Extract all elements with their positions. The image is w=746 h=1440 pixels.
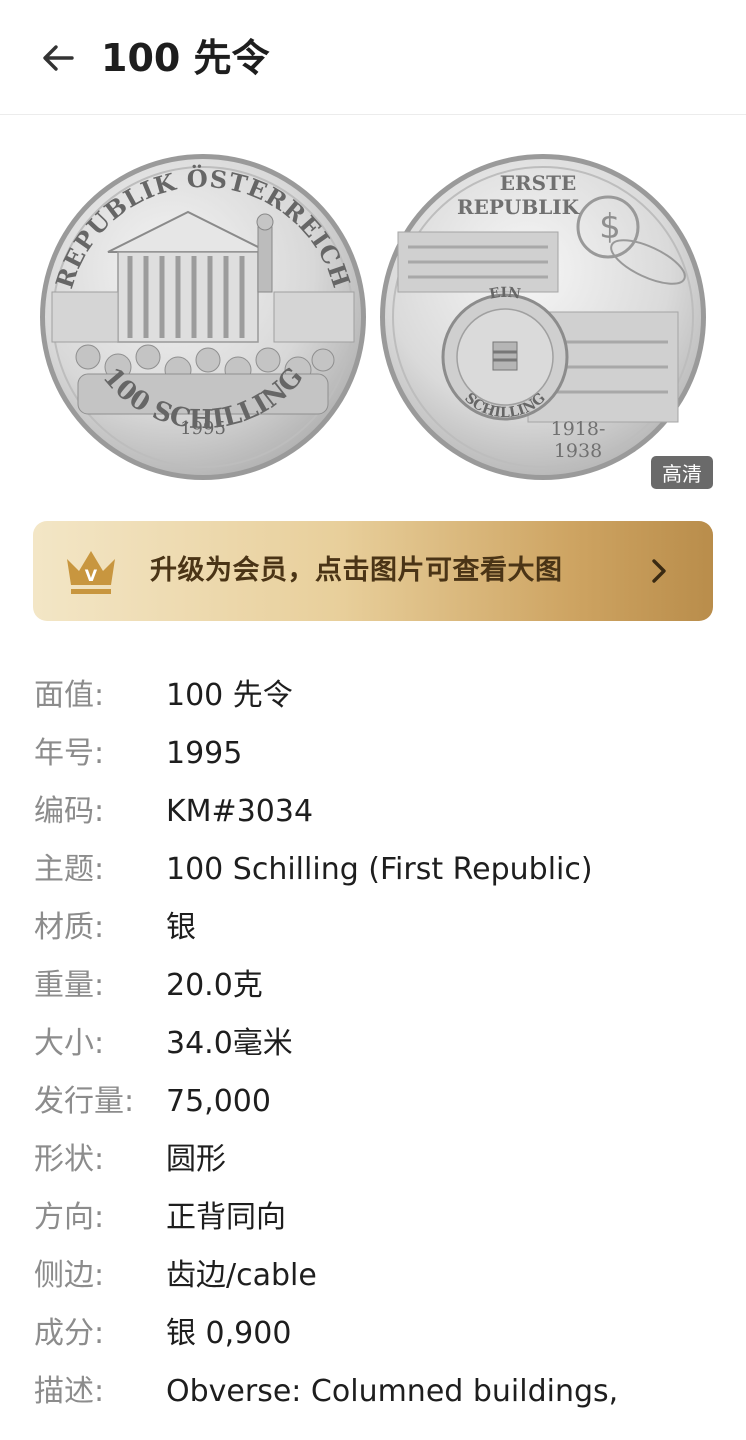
detail-label: 方向: <box>34 1200 105 1235</box>
arrow-left-icon <box>43 45 74 71</box>
detail-row-year: 年号: 1995 <box>34 728 724 786</box>
detail-label: 大小: <box>34 1026 105 1061</box>
back-button[interactable] <box>34 36 82 80</box>
detail-label: 描述: <box>34 1374 105 1409</box>
detail-row-code: 编码: KM#3034 <box>34 786 724 844</box>
detail-label: 形状: <box>34 1142 105 1177</box>
detail-row-description: 描述: Obverse: Columned buildings, <box>34 1366 724 1424</box>
detail-row-face-value: 面值: 100 先令 <box>34 670 724 728</box>
detail-label: 编码: <box>34 794 105 829</box>
coin-images[interactable]: REPUBLIK ÖSTERREICH 1995 100 SCHILLING $… <box>0 140 746 500</box>
detail-value: 圆形 <box>166 1142 226 1177</box>
detail-label: 主题: <box>34 852 105 887</box>
detail-row-shape: 形状: 圆形 <box>34 1134 724 1192</box>
reverse-top-line1: ERSTE <box>500 171 576 195</box>
chevron-right-icon <box>652 559 666 583</box>
coin-reverse-image[interactable]: $ EIN SCHILLING ERSTE REPUBLIK 1918- 193… <box>378 152 708 482</box>
page-title: 100 先令 <box>101 36 270 80</box>
detail-value: 20.0克 <box>166 968 263 1003</box>
detail-row-orientation: 方向: 正背同向 <box>34 1192 724 1250</box>
detail-row-size: 大小: 34.0毫米 <box>34 1018 724 1076</box>
reverse-years-line1: 1918- <box>551 418 606 440</box>
vip-upgrade-banner[interactable]: V 升级为会员，点击图片可查看大图 <box>33 521 713 621</box>
coin-details-list: 面值: 100 先令 年号: 1995 编码: KM#3034 主题: 100 … <box>34 670 724 1424</box>
detail-value: 100 先令 <box>166 678 293 713</box>
detail-value: 34.0毫米 <box>166 1026 293 1061</box>
detail-value: 正背同向 <box>166 1200 286 1235</box>
detail-label: 成分: <box>34 1316 105 1351</box>
reverse-years-line2: 1938 <box>554 440 602 462</box>
detail-row-weight: 重量: 20.0克 <box>34 960 724 1018</box>
detail-label: 材质: <box>34 910 105 945</box>
hd-badge[interactable]: 高清 <box>651 456 713 489</box>
detail-value: KM#3034 <box>166 794 314 829</box>
app-header: 100 先令 <box>0 0 746 115</box>
detail-label: 发行量: <box>34 1084 135 1119</box>
detail-value: 1995 <box>166 736 243 771</box>
detail-value: 100 Schilling (First Republic) <box>166 852 593 887</box>
svg-text:$: $ <box>599 207 621 247</box>
detail-row-material: 材质: 银 <box>34 902 724 960</box>
detail-value: 75,000 <box>166 1084 271 1119</box>
crown-letter: V <box>85 566 98 585</box>
detail-value: 银 0,900 <box>166 1316 292 1351</box>
reverse-top-line2: REPUBLIK <box>457 195 580 219</box>
vip-banner-text: 升级为会员，点击图片可查看大图 <box>150 555 563 586</box>
detail-label: 重量: <box>34 968 105 1003</box>
detail-row-edge: 侧边: 齿边/cable <box>34 1250 724 1308</box>
detail-value: Obverse: Columned buildings, <box>166 1374 619 1409</box>
crown-icon: V <box>67 551 115 594</box>
detail-label: 年号: <box>34 736 105 771</box>
detail-row-theme: 主题: 100 Schilling (First Republic) <box>34 844 724 902</box>
detail-row-mintage: 发行量: 75,000 <box>34 1076 724 1134</box>
coin-obverse-image[interactable]: REPUBLIK ÖSTERREICH 1995 100 SCHILLING <box>38 152 368 482</box>
svg-text:EIN: EIN <box>488 285 522 303</box>
detail-row-composition: 成分: 银 0,900 <box>34 1308 724 1366</box>
detail-value: 齿边/cable <box>166 1258 317 1293</box>
detail-label: 面值: <box>34 678 105 713</box>
detail-label: 侧边: <box>34 1258 105 1293</box>
detail-value: 银 <box>166 910 196 945</box>
reverse-small-coin-top: EIN <box>488 285 522 303</box>
